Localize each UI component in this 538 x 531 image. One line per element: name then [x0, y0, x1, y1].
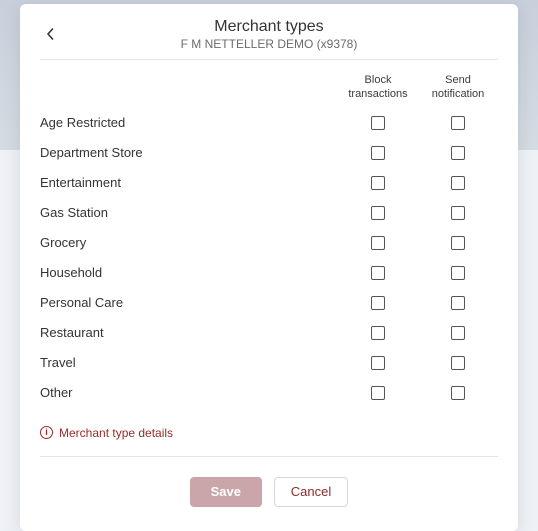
block-checkbox[interactable] [371, 266, 385, 280]
table-row: Travel [40, 348, 498, 378]
save-button[interactable]: Save [190, 477, 262, 507]
block-checkbox[interactable] [371, 176, 385, 190]
block-checkbox[interactable] [371, 116, 385, 130]
notify-checkbox[interactable] [451, 326, 465, 340]
row-label: Age Restricted [40, 115, 338, 130]
row-label: Other [40, 385, 338, 400]
block-checkbox[interactable] [371, 356, 385, 370]
row-label: Restaurant [40, 325, 338, 340]
table-row: Personal Care [40, 288, 498, 318]
table-header-row: Block transactions Send notification [40, 74, 498, 108]
notify-checkbox[interactable] [451, 116, 465, 130]
column-header-block: Block transactions [338, 74, 418, 102]
block-checkbox[interactable] [371, 206, 385, 220]
row-label: Entertainment [40, 175, 338, 190]
block-checkbox[interactable] [371, 296, 385, 310]
notify-checkbox[interactable] [451, 296, 465, 310]
cancel-button[interactable]: Cancel [274, 477, 348, 507]
table-row: Household [40, 258, 498, 288]
table-row: Age Restricted [40, 108, 498, 138]
row-label: Household [40, 265, 338, 280]
dialog-header: Merchant types F M NETTELLER DEMO (x9378… [40, 18, 498, 60]
dialog-actions: Save Cancel [40, 477, 498, 507]
details-link-label: Merchant type details [59, 426, 173, 440]
row-label: Grocery [40, 235, 338, 250]
row-label: Personal Care [40, 295, 338, 310]
row-label: Gas Station [40, 205, 338, 220]
notify-checkbox[interactable] [451, 356, 465, 370]
notify-checkbox[interactable] [451, 266, 465, 280]
page-subtitle: F M NETTELLER DEMO (x9378) [40, 37, 498, 51]
table-row: Restaurant [40, 318, 498, 348]
merchant-table: Block transactions Send notification Age… [40, 74, 498, 408]
block-checkbox[interactable] [371, 386, 385, 400]
table-row: Gas Station [40, 198, 498, 228]
info-icon: i [40, 426, 53, 439]
notify-checkbox[interactable] [451, 176, 465, 190]
notify-checkbox[interactable] [451, 146, 465, 160]
row-label: Travel [40, 355, 338, 370]
notify-checkbox[interactable] [451, 206, 465, 220]
chevron-left-icon [46, 28, 54, 40]
notify-checkbox[interactable] [451, 236, 465, 250]
block-checkbox[interactable] [371, 326, 385, 340]
merchant-type-details-link[interactable]: i Merchant type details [40, 426, 498, 457]
back-button[interactable] [40, 24, 60, 44]
table-row: Entertainment [40, 168, 498, 198]
block-checkbox[interactable] [371, 146, 385, 160]
table-row: Other [40, 378, 498, 408]
block-checkbox[interactable] [371, 236, 385, 250]
column-header-notify: Send notification [418, 74, 498, 102]
notify-checkbox[interactable] [451, 386, 465, 400]
table-row: Grocery [40, 228, 498, 258]
page-title: Merchant types [40, 18, 498, 36]
table-row: Department Store [40, 138, 498, 168]
row-label: Department Store [40, 145, 338, 160]
